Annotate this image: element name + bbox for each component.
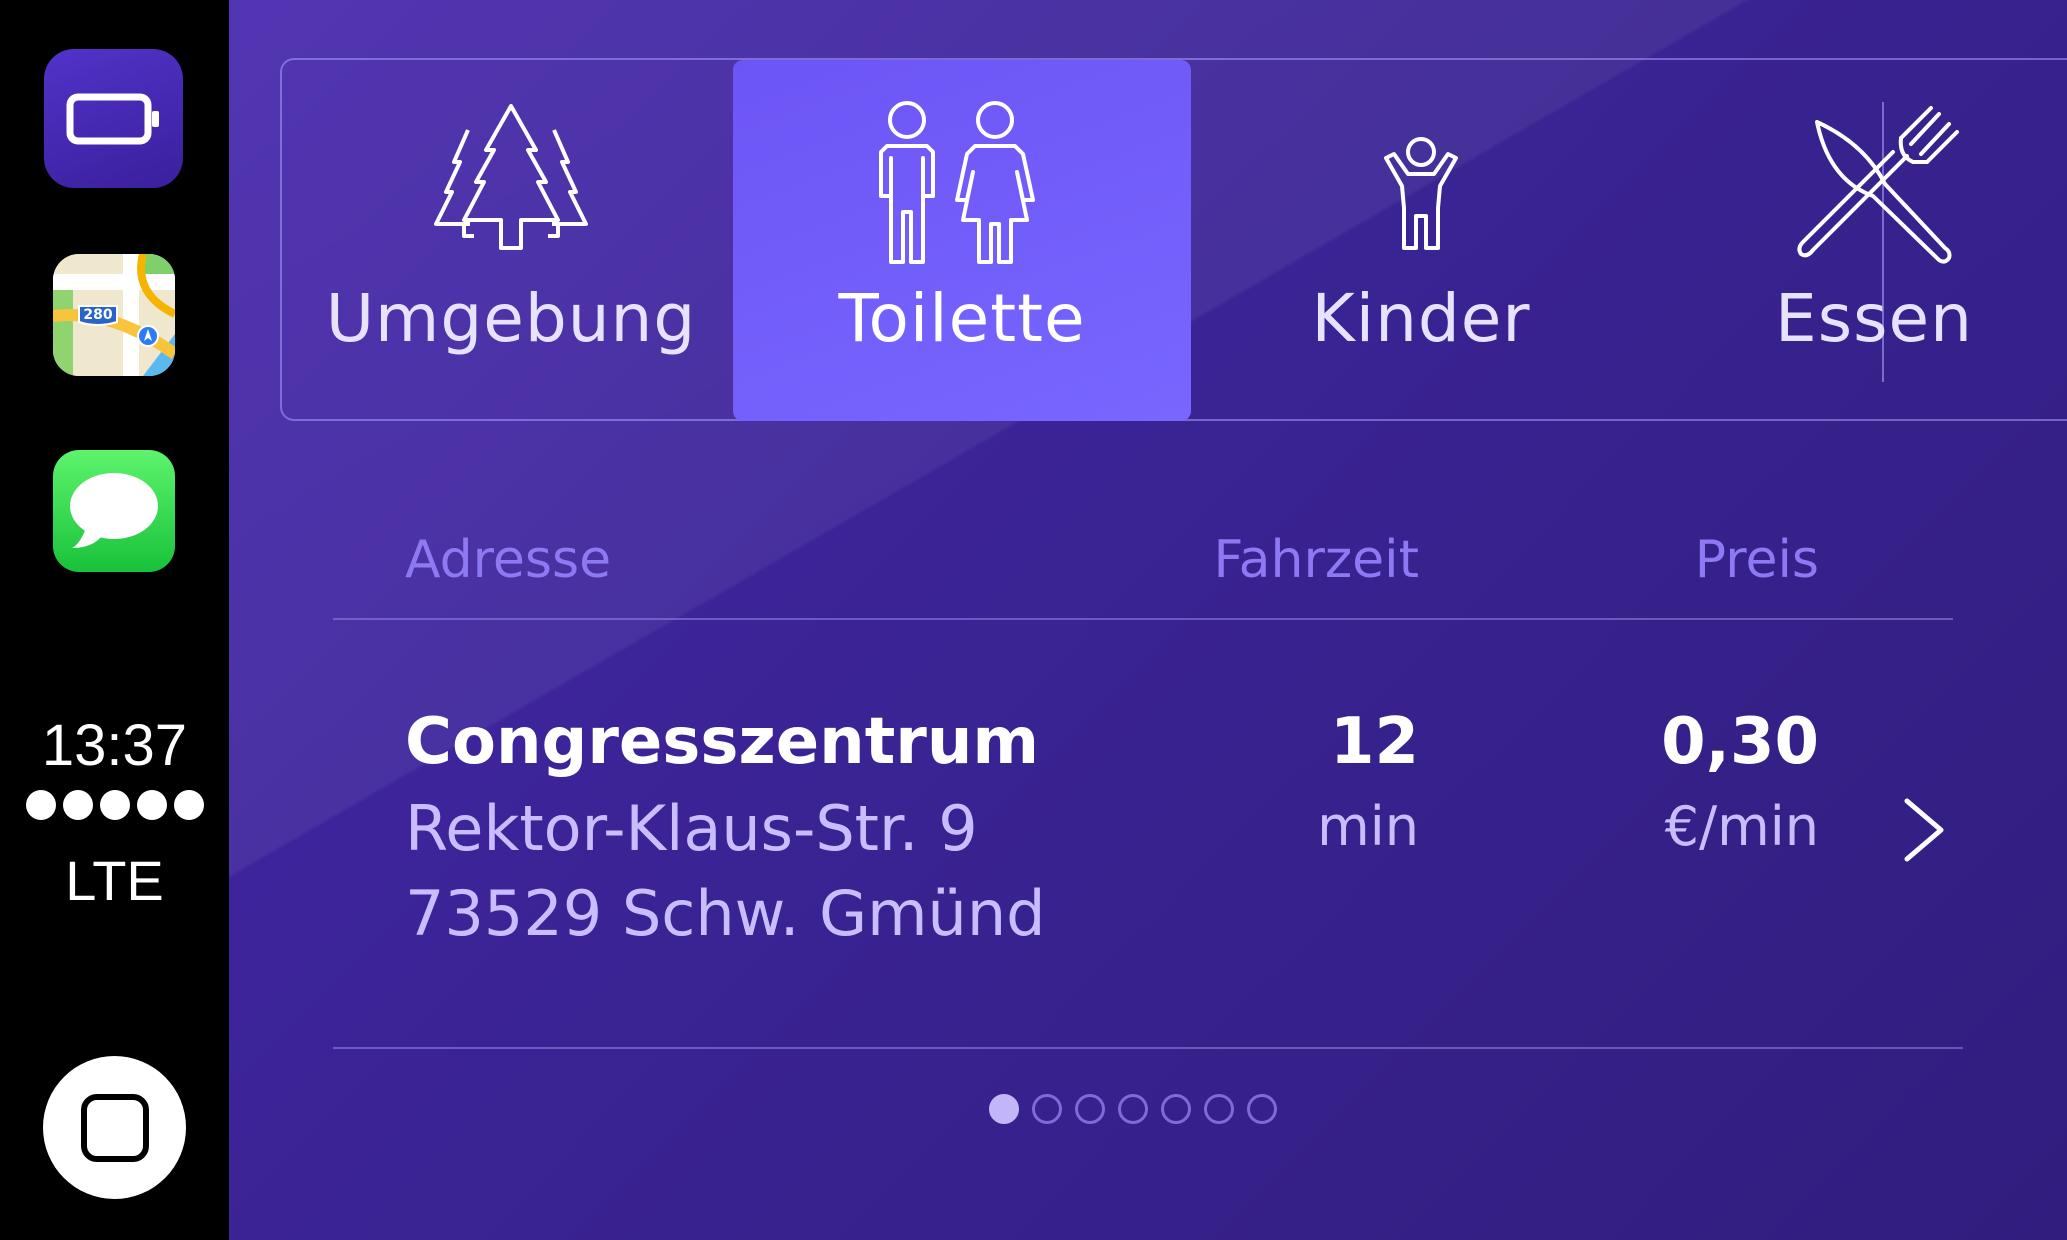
clock: 13:37: [41, 713, 188, 778]
category-tab-bar: Umgebung Toilette Kinder Essen: [280, 58, 2067, 421]
signal-dot: [25, 790, 56, 820]
page-dot[interactable]: [1032, 1094, 1062, 1124]
price-unit: €/min: [1664, 795, 1819, 858]
chevron-right-icon[interactable]: [1899, 795, 1949, 869]
page-dot[interactable]: [1075, 1094, 1105, 1124]
signal-dot: [62, 790, 93, 820]
signal-dot: [173, 790, 204, 820]
home-button[interactable]: [43, 1056, 186, 1199]
tab-toilette[interactable]: Toilette: [733, 60, 1191, 421]
restroom-icon: [877, 100, 1047, 270]
column-header-address: Adresse: [405, 530, 612, 590]
messages-app-icon[interactable]: [53, 450, 175, 572]
location-city: 73529 Schw. Gmünd: [405, 877, 1046, 950]
tab-umgebung[interactable]: Umgebung: [282, 60, 740, 421]
signal-dot: [99, 790, 130, 820]
travel-time-value: 12: [1329, 705, 1419, 779]
tab-label: Umgebung: [325, 280, 697, 357]
signal-strength-indicator: [0, 790, 229, 820]
tab-label: Essen: [1775, 280, 1973, 357]
page-dot[interactable]: [1247, 1094, 1277, 1124]
table-divider: [333, 1047, 1963, 1049]
battery-app-icon[interactable]: [44, 49, 183, 188]
tab-kinder[interactable]: Kinder: [1192, 60, 1650, 421]
page-dot[interactable]: [1161, 1094, 1191, 1124]
page-indicator[interactable]: [989, 1094, 1277, 1124]
tab-label: Kinder: [1311, 280, 1531, 357]
location-street: Rektor-Klaus-Str. 9: [405, 792, 978, 865]
column-header-price: Preis: [1694, 530, 1819, 590]
carplay-sidebar: 280 13:37 LTE: [0, 0, 229, 1240]
column-header-travel-time: Fahrzeit: [1213, 530, 1419, 590]
trees-icon: [426, 100, 596, 270]
tab-label: Toilette: [838, 280, 1086, 357]
child-icon: [1336, 100, 1506, 270]
page-dot[interactable]: [1204, 1094, 1234, 1124]
page-dot[interactable]: [989, 1094, 1019, 1124]
main-screen: Umgebung Toilette Kinder Essen Adresse F…: [229, 0, 2067, 1240]
home-square-icon: [80, 1093, 149, 1162]
table-divider: [333, 618, 1953, 620]
location-name: Congresszentrum: [405, 705, 1040, 779]
maps-badge: 280: [83, 307, 112, 323]
network-type: LTE: [65, 849, 164, 912]
table-row[interactable]: Congresszentrum Rektor-Klaus-Str. 9 7352…: [229, 680, 2067, 980]
signal-dot: [136, 790, 167, 820]
tab-essen[interactable]: Essen: [1645, 60, 2067, 421]
page-dot[interactable]: [1118, 1094, 1148, 1124]
knife-fork-icon: [1789, 100, 1959, 270]
maps-app-icon[interactable]: 280: [53, 254, 175, 376]
travel-time-unit: min: [1317, 795, 1419, 858]
price-value: 0,30: [1661, 705, 1819, 779]
